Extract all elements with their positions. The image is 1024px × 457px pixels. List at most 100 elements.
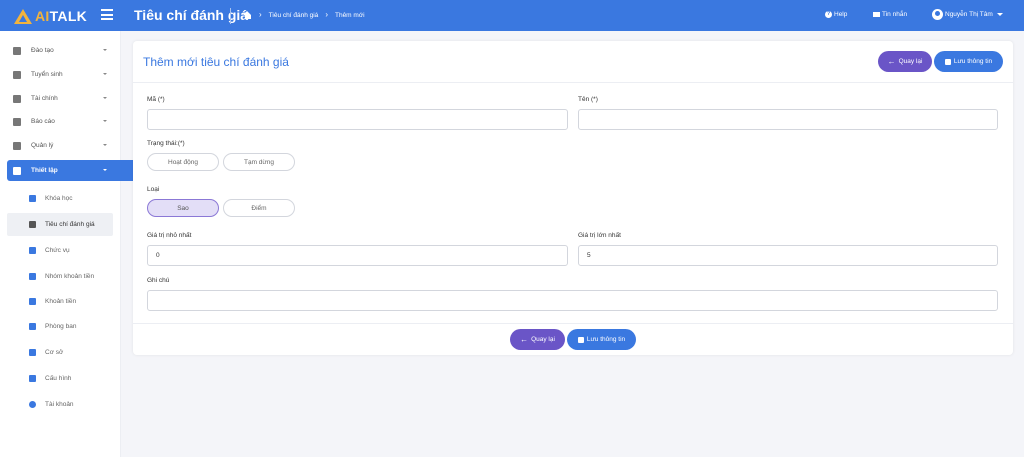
sidebar-subitem-label: Tài khoản xyxy=(45,401,74,408)
sidebar-item-label: Báo cáo xyxy=(31,118,55,125)
list-icon xyxy=(13,141,21,150)
user-name: Nguyễn Thị Tâm xyxy=(945,11,993,18)
sidebar-item-quan-ly[interactable]: Quản lý xyxy=(7,135,142,156)
caret-down-icon xyxy=(103,120,107,122)
sidebar-item-label: Quản lý xyxy=(31,142,54,149)
arrow-left-icon: ← xyxy=(887,56,896,66)
help-link[interactable]: ? Help xyxy=(825,11,847,18)
logo-text: AITALK xyxy=(35,8,88,24)
back-button-top[interactable]: ← Quay lại xyxy=(878,51,932,72)
sidebar-subitem-label: Tiêu chí đánh giá xyxy=(45,221,95,228)
envelope-icon xyxy=(873,12,880,17)
chevron-right-icon: › xyxy=(259,10,262,19)
max-value-label: Giá trị lớn nhất xyxy=(578,232,621,239)
sidebar-item-label: Thiết lập xyxy=(31,167,58,174)
messages-link[interactable]: Tin nhắn xyxy=(873,11,907,18)
user-menu[interactable]: Nguyễn Thị Tâm xyxy=(932,9,1003,20)
sidebar-item-label: Tuyển sinh xyxy=(31,71,63,78)
sidebar-subitem-label: Phòng ban xyxy=(45,323,77,330)
caret-down-icon xyxy=(103,169,107,171)
save-button-top[interactable]: Lưu thông tin xyxy=(934,51,1003,72)
breadcrumb-item[interactable]: Tiêu chí đánh giá xyxy=(269,12,319,19)
floppy-disk-icon xyxy=(577,336,584,343)
sidebar-item-tai-chinh[interactable]: Tài chính xyxy=(7,88,142,109)
users-icon xyxy=(13,70,21,79)
sidebar-subitem-cau-hinh[interactable]: Cấu hình xyxy=(7,367,113,390)
type-option-point[interactable]: Điểm xyxy=(223,199,295,217)
layers-icon xyxy=(29,195,36,202)
breadcrumb: › Tiêu chí đánh giá › Thêm mới xyxy=(243,11,365,19)
sidebar-item-label: Tài chính xyxy=(31,95,58,102)
form-card: Thêm mới tiêu chí đánh giá ← Quay lại Lư… xyxy=(133,41,1013,355)
sidebar-subitem-label: Cấu hình xyxy=(45,375,72,382)
list-icon xyxy=(29,273,36,280)
sidebar: Đào tạo Tuyển sinh Tài chính Báo cáo Quả… xyxy=(0,31,142,457)
book-icon xyxy=(13,46,21,55)
sidebar-item-tuyen-sinh[interactable]: Tuyển sinh xyxy=(7,64,142,85)
caret-down-icon xyxy=(103,49,107,51)
gears-icon xyxy=(13,166,21,175)
sidebar-subitem-co-so[interactable]: Cơ sở xyxy=(7,341,113,364)
report-icon xyxy=(13,117,21,126)
account-icon xyxy=(29,401,36,408)
home-icon[interactable] xyxy=(243,11,252,19)
min-value-input[interactable]: 0 xyxy=(147,245,568,266)
code-input[interactable] xyxy=(147,109,568,130)
max-value-input[interactable]: 5 xyxy=(578,245,998,266)
play-square-icon xyxy=(29,221,36,228)
name-input[interactable] xyxy=(578,109,998,130)
save-button-label: Lưu thông tin xyxy=(953,58,993,65)
back-button-label: Quay lại xyxy=(531,336,555,343)
logo[interactable]: AITALK xyxy=(14,7,87,25)
arrow-left-icon: ← xyxy=(520,334,529,344)
note-input[interactable] xyxy=(147,290,998,311)
sidebar-subitem-chuc-vu[interactable]: Chức vụ xyxy=(7,239,113,262)
help-label: Help xyxy=(834,11,848,18)
status-option-paused[interactable]: Tạm dừng xyxy=(223,153,295,171)
floppy-disk-icon xyxy=(944,58,951,65)
caret-down-icon xyxy=(103,144,107,146)
sidebar-subitem-tai-khoan[interactable]: Tài khoản xyxy=(7,393,113,416)
code-label: Mã (*) xyxy=(147,96,165,103)
shield-icon xyxy=(29,247,36,254)
type-option-star[interactable]: Sao xyxy=(147,199,219,217)
back-button-label: Quay lại xyxy=(898,58,923,65)
save-button-label: Lưu thông tin xyxy=(586,336,626,343)
sidebar-subitem-label: Cơ sở xyxy=(45,349,64,356)
save-button-bottom[interactable]: Lưu thông tin xyxy=(567,329,636,350)
status-option-active[interactable]: Hoạt động xyxy=(147,153,219,171)
cog-icon xyxy=(29,375,36,382)
chevron-right-icon: › xyxy=(325,10,328,19)
name-label: Tên (*) xyxy=(578,96,598,103)
sidebar-item-dao-tao[interactable]: Đào tạo xyxy=(7,40,142,61)
sidebar-subitem-khoan-tien[interactable]: Khoản tiền xyxy=(7,290,113,313)
card-footer-divider xyxy=(133,323,1013,324)
sidebar-subitem-label: Khóa học xyxy=(45,195,73,202)
sidebar-subitem-tieu-chi[interactable]: Tiêu chí đánh giá xyxy=(7,213,113,236)
note-label: Ghi chú xyxy=(147,277,170,284)
sidebar-item-thiet-lap[interactable]: Thiết lập xyxy=(7,160,142,181)
caret-down-icon xyxy=(103,97,107,99)
type-label: Loại xyxy=(147,186,160,193)
caret-down-icon xyxy=(103,73,107,75)
top-bar: AITALK Tiêu chí đánh giá › Tiêu chí đánh… xyxy=(0,0,1024,31)
sidebar-item-bao-cao[interactable]: Báo cáo xyxy=(7,111,142,132)
dollar-icon xyxy=(13,94,21,103)
status-label: Trạng thái:(*) xyxy=(147,140,185,147)
messages-label: Tin nhắn xyxy=(882,11,908,18)
list-ul-icon xyxy=(29,298,36,305)
sidebar-subitem-nhom-khoan-tien[interactable]: Nhóm khoản tiền xyxy=(7,265,113,288)
caret-down-icon xyxy=(996,13,1003,16)
sitemap-icon xyxy=(29,323,36,330)
back-button-bottom[interactable]: ← Quay lại xyxy=(510,329,565,350)
sidebar-item-label: Đào tạo xyxy=(31,47,54,54)
sidebar-subitem-label: Chức vụ xyxy=(45,247,70,254)
sidebar-subitem-label: Khoản tiền xyxy=(45,298,77,305)
form-title: Thêm mới tiêu chí đánh giá xyxy=(143,55,289,69)
sidebar-subitem-phong-ban[interactable]: Phòng ban xyxy=(7,315,113,338)
question-icon: ? xyxy=(825,11,832,18)
sidebar-subitem-khoa-hoc[interactable]: Khóa học xyxy=(7,187,113,210)
sidebar-subitem-label: Nhóm khoản tiền xyxy=(45,273,95,280)
menu-toggle-icon[interactable] xyxy=(101,9,113,20)
min-value-label: Giá trị nhỏ nhất xyxy=(147,232,192,239)
